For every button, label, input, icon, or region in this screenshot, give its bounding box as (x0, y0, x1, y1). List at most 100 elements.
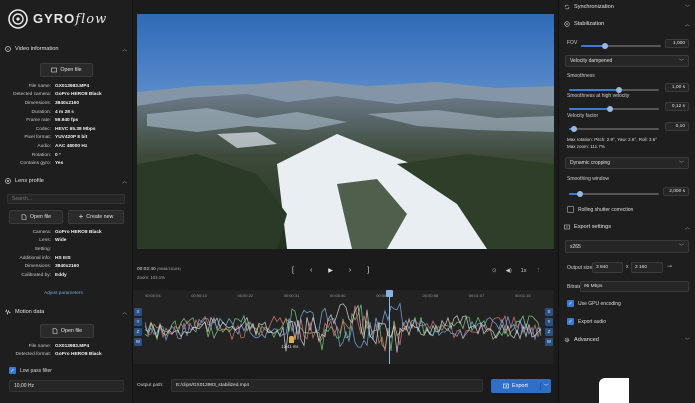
sync-point-marker-icon[interactable] (289, 336, 295, 343)
expand-chevron-icon[interactable]: ﹀ (685, 337, 690, 344)
collapse-chevron-icon[interactable]: ︿ (685, 224, 690, 231)
smoothing-method-select[interactable]: Velocity dampened ﹀ (565, 55, 689, 67)
export-button[interactable]: Export ﹀ (491, 379, 551, 393)
collapse-chevron-icon[interactable]: ︿ (122, 309, 127, 316)
info-row: Duration: 4 m 28 s (0, 108, 133, 117)
adjust-parameters-link[interactable]: Adjust parameters (44, 291, 83, 296)
velocity-factor-value[interactable]: 0,10 (665, 122, 689, 131)
expand-chevron-icon[interactable]: ﹀ (685, 4, 690, 11)
lowpass-checkbox[interactable]: ✓ (9, 367, 16, 374)
codec-select[interactable]: x265 ﹀ (565, 240, 689, 253)
info-row: Frame rate: 59.940 fps (0, 116, 133, 125)
video-file-icon (51, 67, 58, 73)
rolling-shutter-toggle[interactable]: Rolling shutter correction (567, 206, 633, 213)
open-video-button[interactable]: Open file (40, 63, 93, 77)
axis-toggle-button[interactable]: W (545, 338, 553, 346)
export-audio-label: Export audio (578, 318, 607, 325)
slider-knob[interactable] (576, 191, 583, 197)
axis-toggle-button[interactable]: X (134, 308, 142, 316)
motion-data-header[interactable]: Motion data ︿ (0, 306, 133, 318)
smoothness-high-slider[interactable] (569, 106, 659, 112)
set-in-point-icon[interactable]: [ (292, 267, 294, 274)
more-icon[interactable]: ⋮ (535, 268, 541, 274)
open-lens-button[interactable]: Open file (9, 210, 63, 224)
export-audio-checkbox[interactable]: ✓ (567, 318, 574, 325)
info-key: Pixel format: (24, 135, 51, 141)
sync-point[interactable]: 12.41 ms (281, 336, 299, 349)
playhead[interactable] (386, 290, 394, 364)
output-path-input[interactable]: E:/clips/GX013983_stabilized.mp4 (171, 379, 483, 392)
output-height-input[interactable]: 2 160 (631, 262, 663, 273)
export-settings-header[interactable]: Export settings ︿ (559, 221, 695, 233)
stabilization-header[interactable]: Stabilization ︿ (559, 18, 695, 30)
slider-knob[interactable] (606, 106, 613, 112)
advanced-header[interactable]: Advanced ﹀ (559, 334, 695, 346)
lens-search-input[interactable]: Search... (7, 194, 125, 204)
set-out-point-icon[interactable]: ] (367, 267, 369, 274)
axis-toggle-button[interactable]: X (545, 308, 553, 316)
video-preview[interactable] (137, 14, 554, 249)
smoothing-window-slider[interactable] (569, 191, 659, 197)
export-main[interactable]: Export (491, 383, 540, 389)
export-audio-toggle[interactable]: ✓ Export audio (567, 318, 606, 325)
create-lens-button[interactable]: + Create new (68, 210, 124, 224)
playback-speed[interactable]: 1x (521, 268, 527, 274)
previous-frame-icon[interactable]: ‹ (310, 267, 312, 274)
video-info-header[interactable]: Video information ︿ (0, 43, 133, 55)
axis-toggle-button[interactable]: Y (134, 318, 142, 326)
rolling-shutter-checkbox[interactable] (567, 206, 574, 213)
link-icon[interactable]: ⊸ (667, 263, 672, 270)
lowpass-value-field[interactable]: 10,00 Hz (9, 380, 124, 392)
open-motion-button[interactable]: Open file (40, 324, 94, 338)
sync-header[interactable]: Synchronization ﹀ (559, 1, 695, 13)
smoothness-high-value[interactable]: 0,12 s (665, 102, 689, 111)
dropdown-chevron-icon: ﹀ (678, 244, 684, 250)
info-icon (5, 46, 11, 52)
lens-info-list: Camera: GoPro HERO8 Black Lens: Wide Setting… (0, 228, 133, 280)
collapse-chevron-icon[interactable]: ︿ (122, 46, 127, 53)
info-key: Codec: (35, 126, 51, 132)
app-logo: GYROflow (7, 6, 107, 32)
motion-icon (5, 309, 11, 315)
slider-knob[interactable] (602, 43, 608, 49)
playhead-handle[interactable] (386, 290, 394, 297)
gyro-chart[interactable] (145, 300, 542, 356)
cropping-select[interactable]: Dynamic cropping ﹀ (565, 157, 689, 169)
timeline[interactable]: 00:00:04 00:00:13 00:00:22 00:00:31 00:00:40… (133, 290, 554, 364)
axis-toggle-button[interactable]: Z (545, 328, 553, 336)
gpu-encoding-checkbox[interactable]: ✓ (567, 300, 574, 307)
next-frame-icon[interactable]: › (349, 267, 351, 274)
info-key: Frame rate: (26, 118, 51, 124)
fov-slider[interactable] (581, 43, 661, 49)
slider-knob[interactable] (570, 126, 577, 132)
lowpass-toggle[interactable]: ✓ Low pass filter (9, 367, 52, 374)
size-separator: x (626, 264, 629, 270)
bitrate-input[interactable]: 95 Mbps (580, 281, 689, 292)
slider-track[interactable] (569, 128, 659, 130)
app-logo-text: GYROflow (33, 11, 108, 27)
velocity-factor-slider[interactable] (569, 126, 659, 132)
play-icon[interactable]: ▶ (328, 267, 333, 274)
lens-icon (5, 178, 11, 184)
collapse-chevron-icon[interactable]: ︿ (685, 21, 690, 28)
info-value: GX013983.MP4 (55, 83, 90, 89)
transport-bar: 00:02:40 (9848/16104) Zoom: 103.1% [ ‹ ▶… (137, 262, 554, 286)
axis-toggle-button[interactable]: Y (545, 318, 553, 326)
output-width-input[interactable]: 3 840 (592, 262, 623, 273)
open-motion-label: Open file (60, 328, 83, 334)
file-icon (52, 328, 58, 334)
audio-icon[interactable]: ◀) (506, 268, 512, 274)
plus-icon: + (78, 212, 84, 221)
fov-value[interactable]: 1,000 (665, 39, 689, 48)
lens-profile-header[interactable]: Lens profile ︿ (0, 175, 133, 187)
stabilization-toggle-icon[interactable]: ⊙ (492, 268, 497, 274)
axis-toggle-button[interactable]: Z (134, 328, 142, 336)
collapse-chevron-icon[interactable]: ︿ (122, 178, 127, 185)
timeline-ruler: 00:00:04 00:00:13 00:00:22 00:00:31 00:00:40… (145, 290, 542, 300)
smoothing-window-value[interactable]: 2,000 s (663, 187, 689, 196)
gpu-encoding-toggle[interactable]: ✓ Use GPU encoding (567, 300, 621, 307)
smoothness-value[interactable]: 1,00 s (665, 83, 689, 92)
timeline-tick-label: 00:00:40 (330, 293, 346, 298)
axis-toggle-button[interactable]: W (134, 338, 142, 346)
export-options-chevron-icon[interactable]: ﹀ (540, 382, 551, 390)
